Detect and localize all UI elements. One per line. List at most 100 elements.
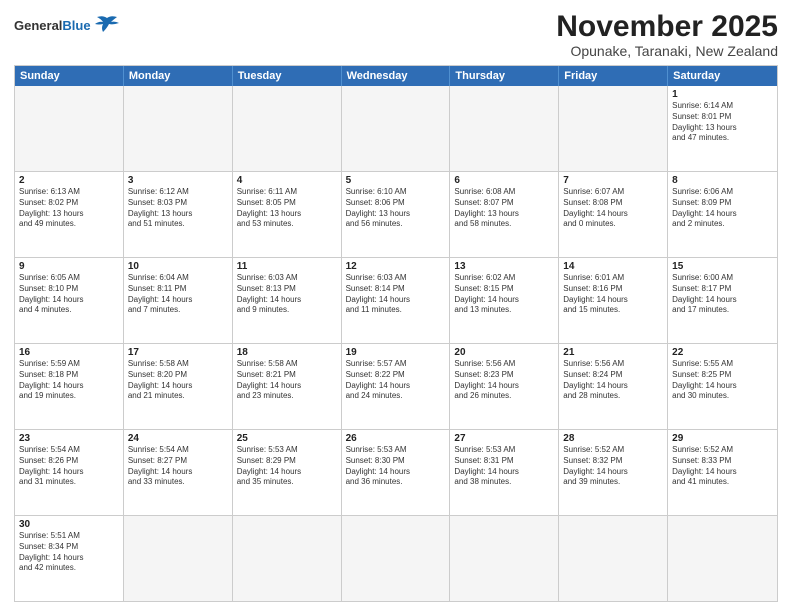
day-number: 9 — [19, 261, 119, 272]
day-details: Sunrise: 6:07 AM Sunset: 8:08 PM Dayligh… — [563, 187, 663, 230]
calendar-cell: 20Sunrise: 5:56 AM Sunset: 8:23 PM Dayli… — [450, 344, 559, 429]
calendar-cell: 8Sunrise: 6:06 AM Sunset: 8:09 PM Daylig… — [668, 172, 777, 257]
calendar-cell — [124, 516, 233, 601]
day-number: 27 — [454, 433, 554, 444]
header-saturday: Saturday — [668, 66, 777, 86]
calendar-cell — [233, 86, 342, 171]
calendar-row-5: 30Sunrise: 5:51 AM Sunset: 8:34 PM Dayli… — [15, 516, 777, 601]
day-details: Sunrise: 5:59 AM Sunset: 8:18 PM Dayligh… — [19, 359, 119, 402]
calendar-cell: 16Sunrise: 5:59 AM Sunset: 8:18 PM Dayli… — [15, 344, 124, 429]
calendar-cell: 22Sunrise: 5:55 AM Sunset: 8:25 PM Dayli… — [668, 344, 777, 429]
calendar-cell: 30Sunrise: 5:51 AM Sunset: 8:34 PM Dayli… — [15, 516, 124, 601]
day-number: 11 — [237, 261, 337, 272]
day-details: Sunrise: 6:02 AM Sunset: 8:15 PM Dayligh… — [454, 273, 554, 316]
day-details: Sunrise: 5:57 AM Sunset: 8:22 PM Dayligh… — [346, 359, 446, 402]
day-number: 19 — [346, 347, 446, 358]
day-number: 6 — [454, 175, 554, 186]
day-number: 24 — [128, 433, 228, 444]
logo-bird-icon — [93, 14, 121, 36]
calendar-cell: 19Sunrise: 5:57 AM Sunset: 8:22 PM Dayli… — [342, 344, 451, 429]
calendar-cell: 29Sunrise: 5:52 AM Sunset: 8:33 PM Dayli… — [668, 430, 777, 515]
day-number: 16 — [19, 347, 119, 358]
calendar-row-0: 1Sunrise: 6:14 AM Sunset: 8:01 PM Daylig… — [15, 86, 777, 172]
day-number: 17 — [128, 347, 228, 358]
day-details: Sunrise: 5:58 AM Sunset: 8:21 PM Dayligh… — [237, 359, 337, 402]
calendar-cell: 1Sunrise: 6:14 AM Sunset: 8:01 PM Daylig… — [668, 86, 777, 171]
day-details: Sunrise: 5:52 AM Sunset: 8:33 PM Dayligh… — [672, 445, 773, 488]
calendar-cell: 28Sunrise: 5:52 AM Sunset: 8:32 PM Dayli… — [559, 430, 668, 515]
day-details: Sunrise: 6:03 AM Sunset: 8:14 PM Dayligh… — [346, 273, 446, 316]
day-number: 23 — [19, 433, 119, 444]
calendar-cell — [450, 516, 559, 601]
calendar-cell: 10Sunrise: 6:04 AM Sunset: 8:11 PM Dayli… — [124, 258, 233, 343]
calendar-cell — [342, 86, 451, 171]
main-title: November 2025 — [556, 10, 778, 43]
day-number: 30 — [19, 519, 119, 530]
day-number: 15 — [672, 261, 773, 272]
day-number: 29 — [672, 433, 773, 444]
header-thursday: Thursday — [450, 66, 559, 86]
calendar-cell: 2Sunrise: 6:13 AM Sunset: 8:02 PM Daylig… — [15, 172, 124, 257]
calendar-row-4: 23Sunrise: 5:54 AM Sunset: 8:26 PM Dayli… — [15, 430, 777, 516]
day-details: Sunrise: 5:53 AM Sunset: 8:31 PM Dayligh… — [454, 445, 554, 488]
calendar-row-2: 9Sunrise: 6:05 AM Sunset: 8:10 PM Daylig… — [15, 258, 777, 344]
day-details: Sunrise: 6:03 AM Sunset: 8:13 PM Dayligh… — [237, 273, 337, 316]
day-details: Sunrise: 5:53 AM Sunset: 8:30 PM Dayligh… — [346, 445, 446, 488]
calendar-cell — [559, 516, 668, 601]
day-number: 4 — [237, 175, 337, 186]
day-details: Sunrise: 6:00 AM Sunset: 8:17 PM Dayligh… — [672, 273, 773, 316]
day-number: 3 — [128, 175, 228, 186]
calendar-cell: 9Sunrise: 6:05 AM Sunset: 8:10 PM Daylig… — [15, 258, 124, 343]
day-number: 2 — [19, 175, 119, 186]
calendar-cell — [450, 86, 559, 171]
calendar-cell: 23Sunrise: 5:54 AM Sunset: 8:26 PM Dayli… — [15, 430, 124, 515]
header-sunday: Sunday — [15, 66, 124, 86]
day-number: 14 — [563, 261, 663, 272]
day-details: Sunrise: 6:08 AM Sunset: 8:07 PM Dayligh… — [454, 187, 554, 230]
day-details: Sunrise: 5:51 AM Sunset: 8:34 PM Dayligh… — [19, 531, 119, 574]
calendar-cell — [124, 86, 233, 171]
day-details: Sunrise: 6:06 AM Sunset: 8:09 PM Dayligh… — [672, 187, 773, 230]
calendar-cell: 27Sunrise: 5:53 AM Sunset: 8:31 PM Dayli… — [450, 430, 559, 515]
day-details: Sunrise: 6:14 AM Sunset: 8:01 PM Dayligh… — [672, 101, 773, 144]
day-details: Sunrise: 5:54 AM Sunset: 8:26 PM Dayligh… — [19, 445, 119, 488]
day-number: 12 — [346, 261, 446, 272]
day-number: 7 — [563, 175, 663, 186]
day-number: 18 — [237, 347, 337, 358]
subtitle: Opunake, Taranaki, New Zealand — [556, 43, 778, 59]
day-details: Sunrise: 6:10 AM Sunset: 8:06 PM Dayligh… — [346, 187, 446, 230]
calendar-cell: 15Sunrise: 6:00 AM Sunset: 8:17 PM Dayli… — [668, 258, 777, 343]
calendar-cell: 13Sunrise: 6:02 AM Sunset: 8:15 PM Dayli… — [450, 258, 559, 343]
header-friday: Friday — [559, 66, 668, 86]
day-details: Sunrise: 5:53 AM Sunset: 8:29 PM Dayligh… — [237, 445, 337, 488]
day-details: Sunrise: 6:12 AM Sunset: 8:03 PM Dayligh… — [128, 187, 228, 230]
calendar-cell: 24Sunrise: 5:54 AM Sunset: 8:27 PM Dayli… — [124, 430, 233, 515]
day-number: 5 — [346, 175, 446, 186]
day-details: Sunrise: 5:54 AM Sunset: 8:27 PM Dayligh… — [128, 445, 228, 488]
calendar-cell: 17Sunrise: 5:58 AM Sunset: 8:20 PM Dayli… — [124, 344, 233, 429]
day-number: 10 — [128, 261, 228, 272]
day-details: Sunrise: 5:56 AM Sunset: 8:23 PM Dayligh… — [454, 359, 554, 402]
day-details: Sunrise: 5:55 AM Sunset: 8:25 PM Dayligh… — [672, 359, 773, 402]
day-number: 26 — [346, 433, 446, 444]
calendar-cell — [233, 516, 342, 601]
logo: GeneralBlue — [14, 10, 121, 36]
calendar-cell — [668, 516, 777, 601]
day-details: Sunrise: 6:05 AM Sunset: 8:10 PM Dayligh… — [19, 273, 119, 316]
calendar-row-1: 2Sunrise: 6:13 AM Sunset: 8:02 PM Daylig… — [15, 172, 777, 258]
logo-text: GeneralBlue — [14, 19, 91, 32]
header: GeneralBlue November 2025 Opunake, Taran… — [14, 10, 778, 59]
day-number: 20 — [454, 347, 554, 358]
calendar: Sunday Monday Tuesday Wednesday Thursday… — [14, 65, 778, 602]
day-details: Sunrise: 6:11 AM Sunset: 8:05 PM Dayligh… — [237, 187, 337, 230]
calendar-cell: 5Sunrise: 6:10 AM Sunset: 8:06 PM Daylig… — [342, 172, 451, 257]
calendar-cell: 14Sunrise: 6:01 AM Sunset: 8:16 PM Dayli… — [559, 258, 668, 343]
calendar-cell: 26Sunrise: 5:53 AM Sunset: 8:30 PM Dayli… — [342, 430, 451, 515]
day-number: 13 — [454, 261, 554, 272]
day-number: 1 — [672, 89, 773, 100]
calendar-cell — [15, 86, 124, 171]
day-number: 8 — [672, 175, 773, 186]
day-number: 21 — [563, 347, 663, 358]
calendar-cell: 12Sunrise: 6:03 AM Sunset: 8:14 PM Dayli… — [342, 258, 451, 343]
day-number: 25 — [237, 433, 337, 444]
